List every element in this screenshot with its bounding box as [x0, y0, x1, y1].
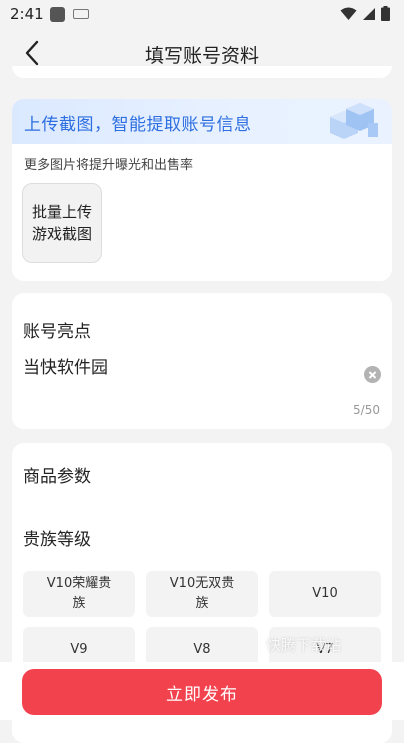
page-title: 填写账号资料	[144, 45, 259, 67]
signal-icon	[363, 7, 375, 20]
previous-card-edge	[12, 66, 392, 78]
char-counter: 5/50	[353, 403, 380, 417]
params-title: 商品参数	[23, 467, 91, 487]
publish-button[interactable]: 立即发布	[22, 669, 382, 715]
clear-input-icon[interactable]	[364, 366, 381, 383]
banner-text: 上传截图，智能提取账号信息	[24, 115, 252, 135]
stacked-blocks-icon	[330, 103, 378, 139]
wifi-icon	[340, 7, 357, 20]
level-option-v10-glory[interactable]: V10荣耀贵族	[23, 571, 135, 617]
upload-screenshot-card: 上传截图，智能提取账号信息 更多图片将提升曝光和出售率 批量上传 游戏截图	[12, 99, 392, 281]
level-option-v10-peerless[interactable]: V10无双贵族	[146, 571, 258, 617]
status-icons	[340, 6, 390, 21]
highlight-title: 账号亮点	[23, 322, 91, 342]
upload-subtitle: 更多图片将提升曝光和出售率	[24, 158, 194, 173]
level-option-v10[interactable]: V10	[269, 571, 381, 617]
upload-button-line2: 游戏截图	[31, 225, 92, 243]
notification-app-icon	[50, 7, 65, 22]
account-highlight-card: 账号亮点 当快软件园 5/50	[12, 293, 392, 429]
upload-button-line1: 批量上传	[31, 203, 92, 221]
highlight-input[interactable]: 当快软件园	[23, 353, 108, 378]
bottom-action-bar: 立即发布	[0, 662, 404, 720]
batch-upload-button[interactable]: 批量上传 游戏截图	[22, 183, 102, 263]
keyboard-icon	[73, 9, 89, 19]
status-bar: 2:41	[0, 0, 404, 30]
watermark-text: 快腾下载站	[266, 636, 342, 654]
noble-level-title: 贵族等级	[23, 530, 91, 550]
upload-banner: 上传截图，智能提取账号信息	[12, 99, 392, 144]
battery-icon	[381, 6, 390, 21]
status-time: 2:41	[10, 5, 44, 23]
